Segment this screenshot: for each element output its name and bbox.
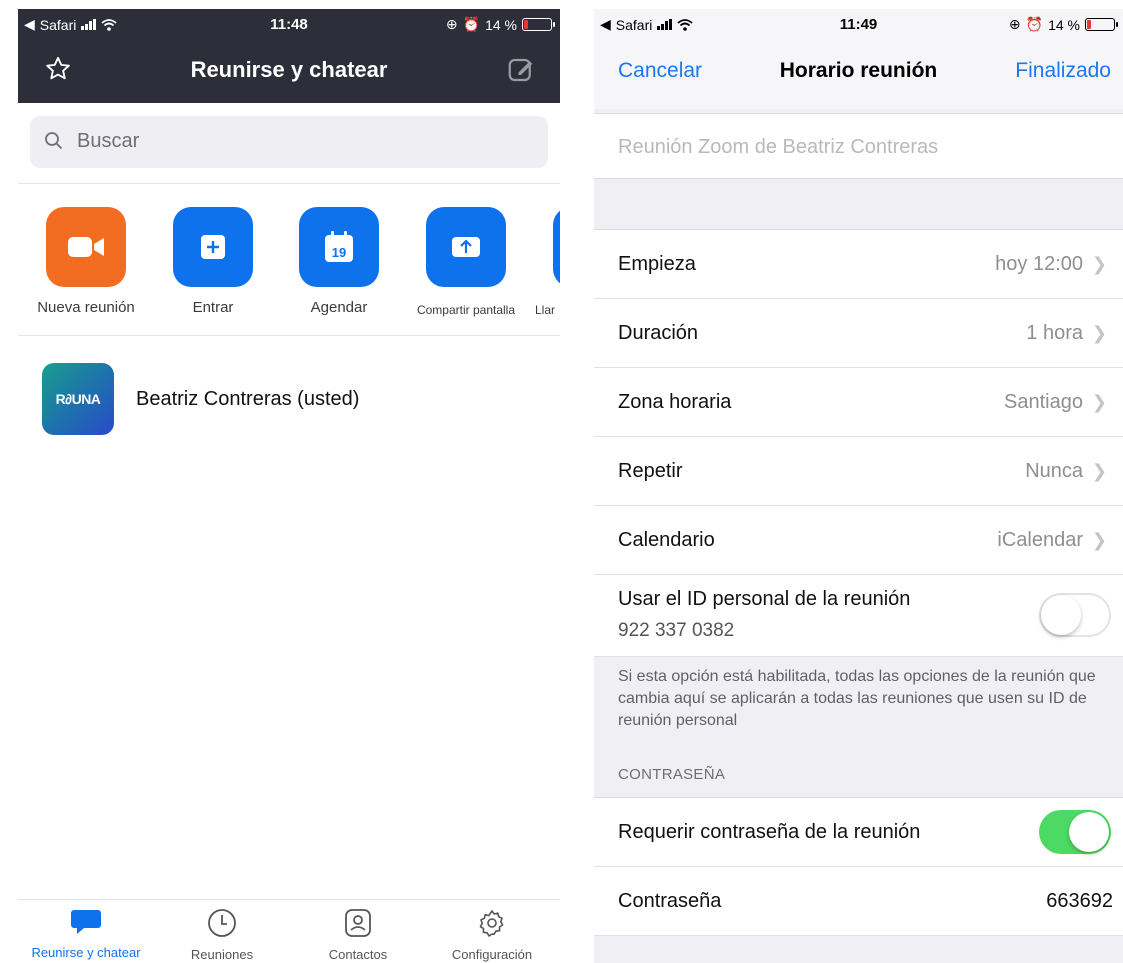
search-icon xyxy=(45,132,63,150)
svg-text:19: 19 xyxy=(332,245,346,260)
contact-card-icon xyxy=(345,909,371,937)
status-right: ⊕ ⏰ 14 % xyxy=(445,16,555,33)
schedule-meeting-screen: ◀ Safari 11:49 ⊕ ⏰ 14 % Cancelar Horario… xyxy=(594,9,1123,963)
status-bar: ◀ Safari 11:49 ⊕ ⏰ 14 % xyxy=(594,9,1123,39)
calendar-row[interactable]: Calendario iCalendar ❯ xyxy=(594,506,1123,575)
contact-name: Beatriz Contreras (usted) xyxy=(136,387,360,410)
share-screen-label: Compartir pantalla xyxy=(416,303,516,317)
gear-icon xyxy=(479,910,504,937)
search-input[interactable]: Buscar xyxy=(30,116,548,168)
schedule-button[interactable]: 19 Agendar xyxy=(274,207,404,316)
tab-settings[interactable]: Configuración xyxy=(424,908,560,962)
repeat-row[interactable]: Repetir Nunca ❯ xyxy=(594,437,1123,506)
chevron-right-icon: ❯ xyxy=(1091,530,1107,550)
new-meeting-button[interactable]: Nueva reunión xyxy=(21,207,151,316)
password-row[interactable]: Contraseña 663692 xyxy=(594,867,1123,936)
toggle-knob xyxy=(1041,595,1081,635)
row-label: Requerir contraseña de la reunión xyxy=(618,821,921,843)
battery-percent: 14 % xyxy=(1048,16,1080,33)
personal-meeting-id: 922 337 0382 xyxy=(618,620,735,641)
share-upload-icon xyxy=(426,207,506,287)
row-label: Empieza xyxy=(618,253,696,275)
header-bar: Reunirse y chatear xyxy=(18,39,560,103)
password-section-header: CONTRASEÑA xyxy=(618,766,726,783)
tab-label: Reuniones xyxy=(190,947,254,962)
phone-icon xyxy=(553,207,560,287)
search-placeholder: Buscar xyxy=(77,130,140,152)
require-password-row: Requerir contraseña de la reunión xyxy=(594,798,1123,867)
personal-id-note: Si esta opción está habilitada, todas la… xyxy=(618,668,1096,729)
row-label: Zona horaria xyxy=(618,391,732,413)
join-button[interactable]: Entrar xyxy=(148,207,278,316)
row-value: 1 hora xyxy=(1026,322,1083,344)
quick-actions: Nueva reunión Entrar 19 Agendar Comparti… xyxy=(18,207,560,327)
calendar-icon: 19 xyxy=(299,207,379,287)
personal-id-row: Usar el ID personal de la reunión 922 33… xyxy=(594,575,1123,657)
chevron-right-icon: ❯ xyxy=(1091,461,1107,481)
tab-label: Configuración xyxy=(451,947,533,962)
battery-icon xyxy=(522,18,555,31)
divider xyxy=(18,335,560,336)
require-password-toggle[interactable] xyxy=(1039,810,1111,854)
tab-meet-chat[interactable]: Reunirse y chatear xyxy=(18,908,154,960)
row-value: iCalendar xyxy=(997,529,1083,551)
schedule-label: Agendar xyxy=(310,299,368,316)
nav-bar: Cancelar Horario reunión Finalizado xyxy=(594,39,1123,109)
status-right: ⊕ ⏰ 14 % xyxy=(1008,16,1118,33)
timezone-row[interactable]: Zona horaria Santiago ❯ xyxy=(594,368,1123,437)
chevron-right-icon: ❯ xyxy=(1091,392,1107,412)
duration-row[interactable]: Duración 1 hora ❯ xyxy=(594,299,1123,368)
row-value: Santiago xyxy=(1004,391,1083,413)
password-value: 663692 xyxy=(1046,890,1113,912)
tab-label: Contactos xyxy=(328,947,388,962)
personal-id-toggle[interactable] xyxy=(1039,593,1111,637)
status-bar: ◀ Safari 11:48 ⊕ ⏰ 14 % xyxy=(18,9,560,39)
row-label: Calendario xyxy=(618,529,715,551)
share-screen-button[interactable]: Compartir pantalla xyxy=(401,207,531,317)
tab-bar: Reunirse y chatear Reuniones Contactos C… xyxy=(18,899,560,963)
screenshot-root: ◀ Safari 11:48 ⊕ ⏰ 14 % Reunirse y chate… xyxy=(0,0,1123,963)
orientation-lock-icon: ⊕ xyxy=(445,16,458,32)
divider xyxy=(18,183,560,184)
password-options: Requerir contraseña de la reunión Contra… xyxy=(594,797,1123,936)
meeting-topic-field[interactable]: Reunión Zoom de Beatriz Contreras xyxy=(594,113,1123,179)
join-label: Entrar xyxy=(192,299,234,316)
done-button[interactable]: Finalizado xyxy=(1015,59,1111,83)
row-label: Repetir xyxy=(618,460,683,482)
meeting-topic-placeholder: Reunión Zoom de Beatriz Contreras xyxy=(618,136,939,158)
alarm-icon: ⏰ xyxy=(1025,16,1044,32)
compose-icon[interactable] xyxy=(506,55,536,85)
battery-percent: 14 % xyxy=(485,16,517,33)
avatar: R∂UNA xyxy=(42,363,114,435)
contact-row[interactable]: R∂UNA Beatriz Contreras (usted) xyxy=(42,363,359,435)
battery-icon xyxy=(1085,18,1118,31)
row-value: hoy 12:00 xyxy=(995,253,1083,275)
plus-icon xyxy=(173,207,253,287)
chevron-right-icon: ❯ xyxy=(1091,254,1107,274)
new-meeting-label: Nueva reunión xyxy=(37,299,135,316)
start-row[interactable]: Empieza hoy 12:00 ❯ xyxy=(594,230,1123,299)
clock-icon xyxy=(208,909,236,937)
call-button[interactable]: Llar xyxy=(527,207,560,317)
row-label: Usar el ID personal de la reunión xyxy=(618,588,911,610)
video-camera-icon xyxy=(46,207,126,287)
chat-bubble-icon xyxy=(71,910,101,934)
toggle-knob xyxy=(1069,812,1109,852)
call-label: Llar xyxy=(535,303,556,317)
meet-and-chat-screen: ◀ Safari 11:48 ⊕ ⏰ 14 % Reunirse y chate… xyxy=(18,9,560,963)
schedule-options: Empieza hoy 12:00 ❯ Duración 1 hora ❯ Zo… xyxy=(594,229,1123,657)
row-label: Duración xyxy=(618,322,699,344)
row-value: Nunca xyxy=(1025,460,1083,482)
orientation-lock-icon: ⊕ xyxy=(1008,16,1021,32)
page-title: Reunirse y chatear xyxy=(190,57,388,82)
tab-label: Reunirse y chatear xyxy=(31,945,141,960)
tab-meetings[interactable]: Reuniones xyxy=(154,908,290,962)
alarm-icon: ⏰ xyxy=(462,16,481,32)
tab-contacts[interactable]: Contactos xyxy=(290,908,426,962)
chevron-right-icon: ❯ xyxy=(1091,323,1107,343)
row-label: Contraseña xyxy=(618,890,722,912)
